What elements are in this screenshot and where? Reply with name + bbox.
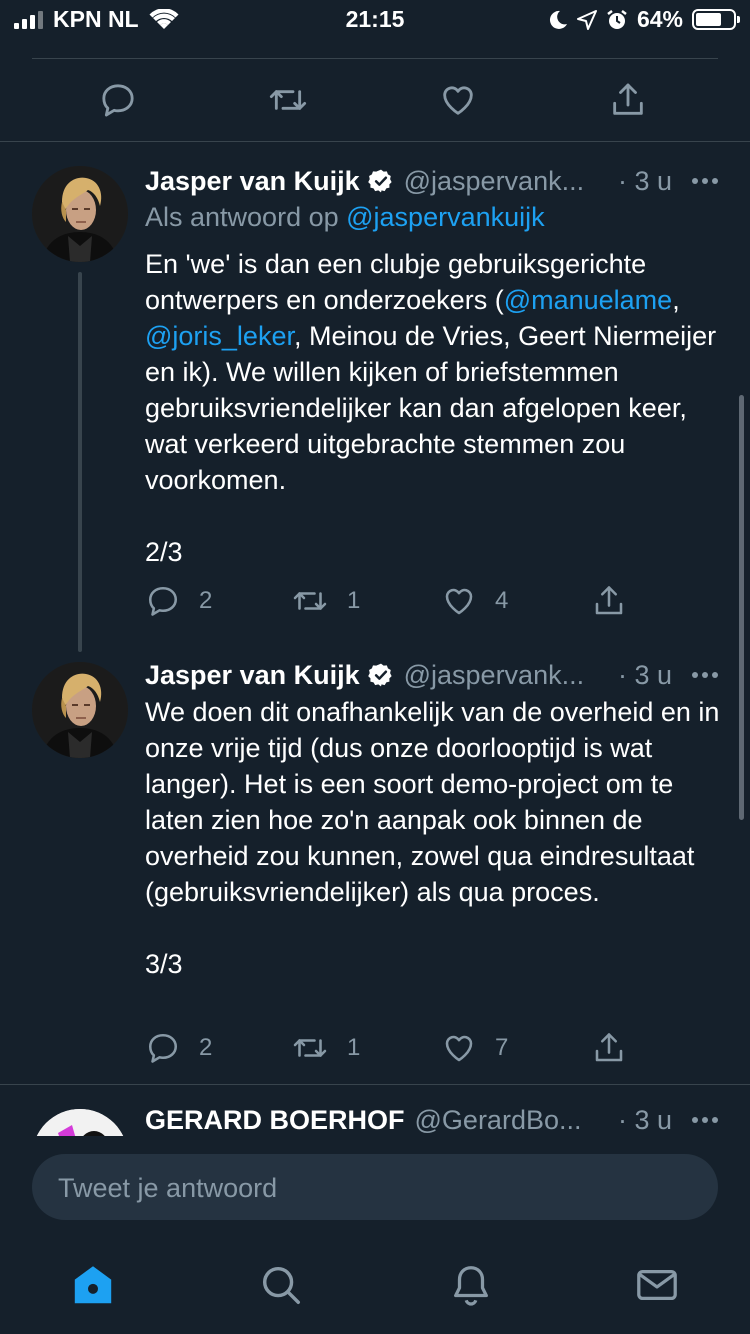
notifications-icon[interactable] <box>446 1260 496 1310</box>
author-name[interactable]: Jasper van Kuijk <box>145 660 360 691</box>
like-button[interactable]: 4 <box>441 581 508 621</box>
author-name[interactable]: GERARD BOERHOF <box>145 1105 405 1136</box>
tweet[interactable]: GERARD BOERHOF @GerardBo... · 3 u <box>0 1085 750 1136</box>
like-button[interactable]: 7 <box>441 1028 508 1068</box>
tweet-actions: 2 1 4 <box>145 581 725 621</box>
messages-icon[interactable] <box>632 1260 682 1310</box>
more-options-icon[interactable] <box>692 672 718 678</box>
share-icon <box>591 583 627 619</box>
reply-prefix: Als antwoord op <box>145 202 347 232</box>
avatar[interactable] <box>32 166 128 262</box>
reply-button[interactable]: 2 <box>145 581 212 621</box>
tweet-time: · 3 u <box>617 1104 672 1135</box>
author-handle: @jaspervank... <box>403 659 585 690</box>
tweet-actions: 2 1 7 <box>145 1028 725 1068</box>
reply-context: Als antwoord op @jaspervankuijk <box>145 202 545 233</box>
author-handle: @GerardBo... <box>414 1104 582 1135</box>
reply-bar <box>0 1136 750 1236</box>
author-handle: @jaspervank... <box>403 165 585 196</box>
retweet-button[interactable]: 1 <box>291 581 360 621</box>
tweet-text-part: , Meinou de Vries, Geert Niermeijer en i… <box>145 321 717 567</box>
share-button[interactable] <box>591 1028 627 1068</box>
retweet-button[interactable]: 1 <box>291 1028 360 1068</box>
reply-input[interactable] <box>56 1154 680 1222</box>
author-name[interactable]: Jasper van Kuijk <box>145 166 360 197</box>
tweet[interactable]: Jasper van Kuijk @jaspervank... · 3 u Al… <box>0 142 750 652</box>
reply-handle-link[interactable]: @jaspervankuijk <box>346 202 545 232</box>
home-icon[interactable] <box>68 1260 118 1310</box>
reply-count: 2 <box>199 587 213 614</box>
battery-icon <box>692 9 740 30</box>
like-icon[interactable] <box>436 78 480 122</box>
reply-box[interactable] <box>32 1154 718 1222</box>
status-bar: KPN NL 21:15 64% <box>0 0 750 40</box>
tweet[interactable]: Jasper van Kuijk @jaspervank... · 3 u We… <box>0 652 750 1084</box>
share-icon[interactable] <box>606 78 650 122</box>
thread-line <box>78 272 82 652</box>
mention-link[interactable]: @manuelame <box>504 285 673 315</box>
tab-bar <box>0 1236 750 1334</box>
location-icon <box>576 9 597 30</box>
like-icon <box>441 583 477 619</box>
more-options-icon[interactable] <box>692 1117 718 1123</box>
avatar[interactable] <box>32 662 128 758</box>
tweet-time: · 3 u <box>617 659 672 690</box>
share-icon <box>591 1030 627 1066</box>
search-icon[interactable] <box>256 1260 306 1310</box>
tweet-text-part: , <box>672 285 680 315</box>
scrollbar[interactable] <box>739 395 744 820</box>
share-button[interactable] <box>591 581 627 621</box>
reply-icon <box>145 1030 181 1066</box>
avatar[interactable] <box>32 1109 128 1136</box>
focused-tweet-actions <box>0 62 750 140</box>
reply-icon[interactable] <box>96 78 140 122</box>
retweet-count: 1 <box>347 1034 361 1061</box>
like-count: 4 <box>495 587 509 614</box>
reply-button[interactable]: 2 <box>145 1028 212 1068</box>
retweet-icon <box>291 1030 329 1066</box>
tweet-header: Jasper van Kuijk @jaspervank... · 3 u <box>145 164 718 198</box>
alarm-icon <box>606 9 628 31</box>
tweet-header: Jasper van Kuijk @jaspervank... · 3 u <box>145 658 718 692</box>
status-right: 64% <box>548 6 740 33</box>
retweet-icon[interactable] <box>266 78 310 122</box>
battery-percent: 64% <box>636 6 683 32</box>
retweet-count: 1 <box>347 587 361 614</box>
tweet-text: We doen dit onafhankelijk van de overhei… <box>145 697 720 979</box>
tweet-time: · 3 u <box>617 165 672 196</box>
retweet-icon <box>291 583 329 619</box>
divider <box>32 58 718 59</box>
verified-badge-icon <box>367 168 394 194</box>
verified-badge-icon <box>367 662 394 688</box>
mention-link[interactable]: @joris_leker <box>145 321 294 351</box>
reply-count: 2 <box>199 1034 213 1061</box>
more-options-icon[interactable] <box>692 178 718 184</box>
tweet-header: GERARD BOERHOF @GerardBo... · 3 u <box>145 1103 718 1136</box>
like-count: 7 <box>495 1034 509 1061</box>
like-icon <box>441 1030 477 1066</box>
reply-icon <box>145 583 181 619</box>
tweet-text: En 'we' is dan een clubje gebruiksgerich… <box>145 246 725 570</box>
do-not-disturb-icon <box>548 10 568 30</box>
